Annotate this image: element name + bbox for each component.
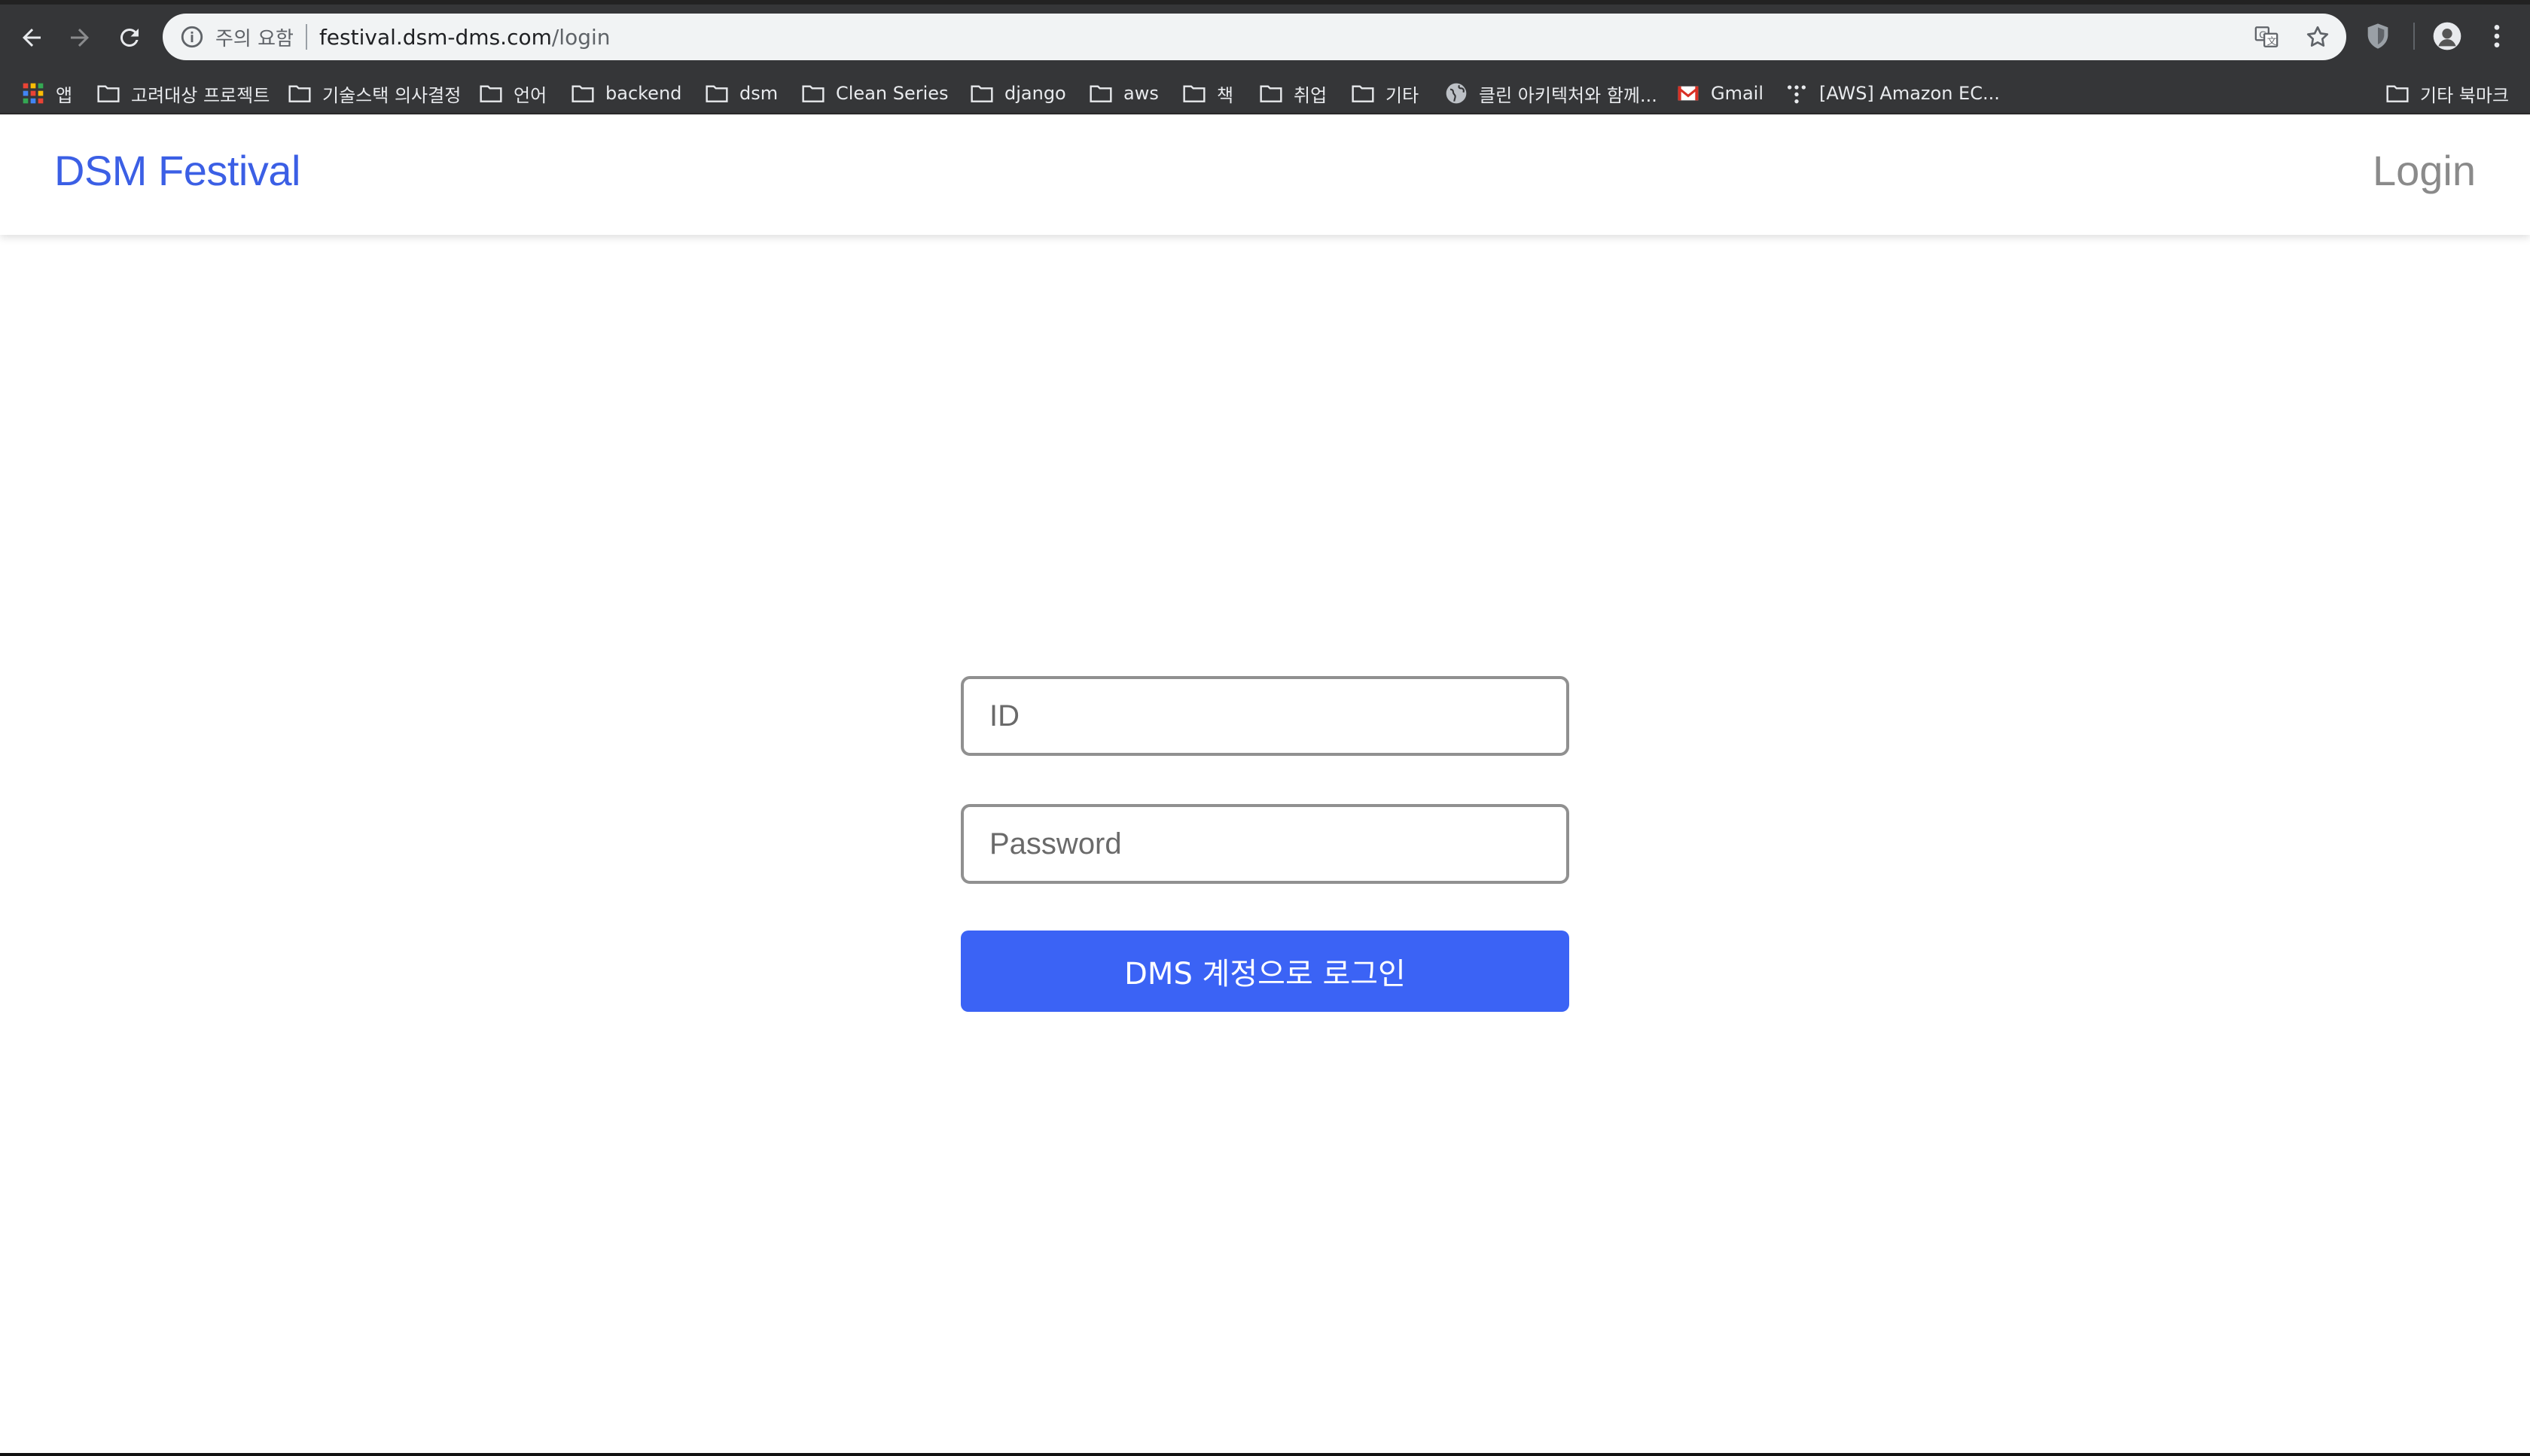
bookmark-folder[interactable]: dsm [705, 72, 778, 114]
bookmark-star-button[interactable] [2303, 22, 2333, 52]
id-input[interactable] [961, 676, 1569, 756]
bookmark-label: 클린 아키텍처와 함께... [1479, 84, 1657, 106]
translate-button[interactable]: G文 [2251, 22, 2282, 52]
bookmark-label: backend [605, 83, 682, 104]
bookmarks-bar: 앱 고려대상 프로젝트 기술스택 의사결정 언어 backend dsm Cle… [0, 72, 2530, 114]
svg-text:文: 文 [2267, 36, 2277, 47]
bookmark-folder[interactable]: Clean Series [801, 72, 949, 114]
brand-logo[interactable]: DSM Festival [54, 146, 300, 195]
omnibox-actions: G文 [2251, 22, 2333, 52]
url-host: festival.dsm-dms.com [319, 24, 552, 50]
folder-icon [802, 85, 825, 102]
bookmark-other-folder[interactable]: 기타 북마크 [2385, 72, 2509, 114]
folder-icon [1090, 85, 1112, 102]
bookmark-folder[interactable]: 기술스택 의사결정 [288, 72, 461, 114]
bookmark-folder[interactable]: 책 [1182, 72, 1233, 114]
gmail-icon [1678, 86, 1699, 101]
bookmark-link[interactable]: Gmail [1676, 72, 1763, 114]
translate-icon: G文 [2254, 26, 2279, 47]
globe-icon [1446, 83, 1467, 104]
bookmark-label: 고려대상 프로젝트 [131, 84, 270, 106]
profile-avatar-icon[interactable] [2432, 21, 2462, 51]
bookmark-label: 취업 [1294, 84, 1327, 106]
dms-login-button[interactable]: DMS 계정으로 로그인 [961, 931, 1569, 1012]
bookmark-label: dsm [739, 83, 779, 104]
bookmark-folder[interactable]: backend [571, 72, 681, 114]
url-path: /login [551, 24, 611, 50]
reload-icon [120, 28, 139, 47]
bookmark-folder[interactable]: aws [1089, 72, 1159, 114]
browser-toolbar: 주의 요함 festival.dsm-dms.com/login G文 [0, 0, 2530, 72]
bookmark-label: 기술스택 의사결정 [322, 84, 462, 106]
folder-icon [288, 85, 311, 102]
folder-icon [706, 85, 728, 102]
arrow-right-icon [71, 29, 89, 47]
menu-kebab-icon[interactable] [2482, 21, 2512, 51]
app-header: DSM Festival Login [0, 114, 2530, 235]
folder-icon [1260, 85, 1282, 102]
toolbar-divider [2413, 23, 2415, 50]
bookmark-label: aws [1123, 83, 1159, 104]
address-bar[interactable]: 주의 요함 festival.dsm-dms.com/login G文 [163, 14, 2346, 60]
page-viewport: DSM Festival Login DMS 계정으로 로그인 [0, 114, 2530, 1454]
back-button[interactable] [11, 17, 53, 59]
folder-icon [480, 85, 502, 102]
window-bottom-edge [0, 1453, 2530, 1456]
bookmark-label: 기타 북마크 [2420, 84, 2510, 106]
folder-icon [2386, 85, 2409, 102]
bookmark-folder[interactable]: django [970, 72, 1066, 114]
info-icon[interactable] [179, 24, 205, 50]
url-text[interactable]: festival.dsm-dms.com/login [319, 25, 611, 50]
bookmark-label: 언어 [514, 84, 547, 106]
tab-strip [0, 0, 2530, 5]
bookmark-link[interactable]: [AWS] Amazon EC... [1785, 72, 2000, 114]
arrow-left-icon [23, 29, 41, 47]
bookmark-label: 앱 [56, 84, 73, 106]
login-link[interactable]: Login [2373, 146, 2476, 195]
bookmark-folder[interactable]: 언어 [479, 72, 547, 114]
folder-icon [971, 85, 993, 102]
bookmark-label: django [1004, 83, 1066, 104]
bookmark-link[interactable]: 클린 아키텍처와 함께... [1444, 72, 1657, 114]
folder-icon [572, 85, 594, 102]
aws-dots-icon [1788, 85, 1806, 104]
bookmark-label: [AWS] Amazon EC... [1819, 83, 2000, 104]
login-form: DMS 계정으로 로그인 [961, 676, 1569, 1012]
folder-icon [97, 85, 120, 102]
folder-icon [1183, 85, 1206, 102]
shield-extension-icon[interactable] [2363, 21, 2393, 51]
bookmark-label: Gmail [1711, 83, 1764, 104]
bookmark-label: 기타 [1385, 84, 1419, 106]
password-input[interactable] [961, 804, 1569, 884]
bookmark-folder[interactable]: 고려대상 프로젝트 [96, 72, 270, 114]
bookmark-folder[interactable]: 기타 [1351, 72, 1419, 114]
reload-button[interactable] [108, 17, 151, 59]
bookmark-label: Clean Series [836, 83, 949, 104]
bookmark-folder[interactable]: 취업 [1259, 72, 1327, 114]
folder-icon [1352, 85, 1374, 102]
bookmark-apps[interactable]: 앱 [21, 72, 72, 114]
forward-button[interactable] [59, 17, 101, 59]
apps-grid-icon [23, 83, 44, 104]
omnibox-divider [305, 24, 307, 50]
security-label[interactable]: 주의 요함 [215, 23, 294, 51]
star-icon [2306, 26, 2329, 47]
bookmark-label: 책 [1217, 84, 1234, 106]
